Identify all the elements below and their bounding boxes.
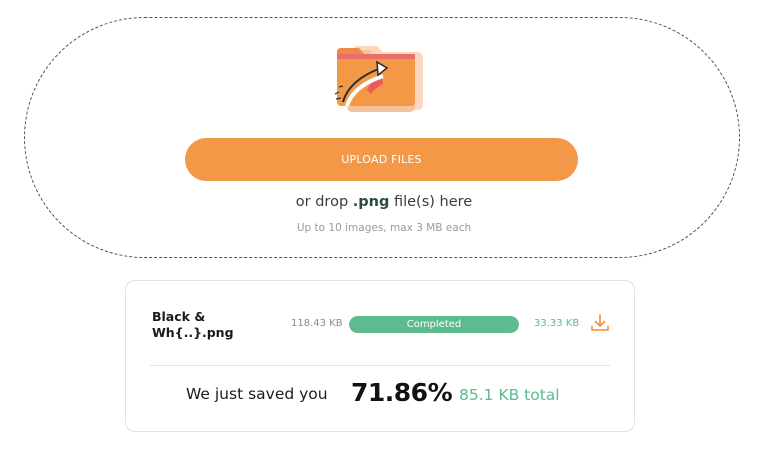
saved-label: We just saved you bbox=[186, 385, 328, 403]
drop-instructions: or drop .png file(s) here bbox=[0, 194, 768, 210]
drop-file-extension: .png bbox=[352, 194, 390, 210]
upload-limits: Up to 10 images, max 3 MB each bbox=[296, 222, 472, 234]
folder-upload-icon bbox=[334, 46, 423, 112]
status-label: Completed bbox=[406, 319, 462, 330]
compression-result-card: Black & Wh{..}.png 118.43 KB Completed 3… bbox=[125, 280, 635, 432]
compressor-page: UPLOAD FILES or drop .png file(s) here U… bbox=[0, 0, 768, 451]
saved-percent: 71.86% bbox=[351, 378, 453, 407]
upload-files-button[interactable]: UPLOAD FILES bbox=[185, 138, 578, 181]
drop-prefix: or drop bbox=[295, 194, 353, 210]
download-icon[interactable] bbox=[589, 312, 611, 334]
saved-total: 85.1 KB total bbox=[459, 386, 560, 404]
compression-progress-bar: Completed bbox=[349, 316, 519, 333]
drop-suffix: file(s) here bbox=[389, 194, 473, 210]
result-divider bbox=[150, 365, 610, 366]
compressed-file-size: 33.33 KB bbox=[534, 318, 580, 329]
file-name: Black & Wh{..}.png bbox=[152, 309, 234, 340]
original-file-size: 118.43 KB bbox=[291, 318, 343, 329]
